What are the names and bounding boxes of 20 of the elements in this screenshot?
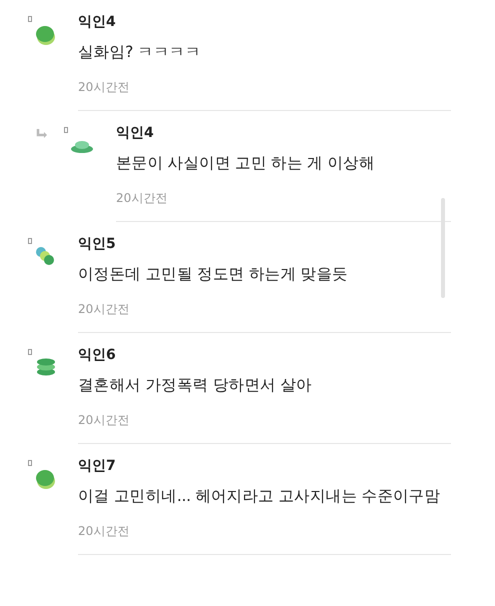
flag-icon: [28, 349, 32, 355]
comment-text: 이걸 고민히네... 헤어지라고 고사지내는 수준이구맘: [78, 486, 442, 507]
timestamp: 20시간전: [78, 412, 130, 429]
flag-icon: [28, 238, 32, 244]
comment-text: 본문이 사실이면 고민 하는 게 이상해: [116, 153, 376, 174]
timestamp: 20시간전: [78, 79, 130, 96]
comment-text: 결혼해서 가정폭력 당하면서 살아: [78, 375, 313, 396]
author-name: 익인6: [78, 346, 117, 365]
author-name: 익인5: [78, 235, 117, 254]
flag-icon: [64, 127, 68, 133]
author-name: 익인4: [78, 13, 117, 32]
author-name: 익인4: [116, 124, 155, 143]
flag-icon: [28, 460, 32, 466]
timestamp: 20시간전: [78, 523, 130, 540]
flag-icon: [28, 16, 32, 22]
author-name: 익인7: [78, 457, 117, 476]
comment-text: 이정돈데 고민될 정도면 하는게 맞을듯: [78, 264, 349, 285]
timestamp: 20시간전: [78, 301, 130, 318]
comment-text: 실화임? ㅋㅋㅋㅋ: [78, 42, 202, 63]
timestamp: 20시간전: [116, 190, 168, 207]
